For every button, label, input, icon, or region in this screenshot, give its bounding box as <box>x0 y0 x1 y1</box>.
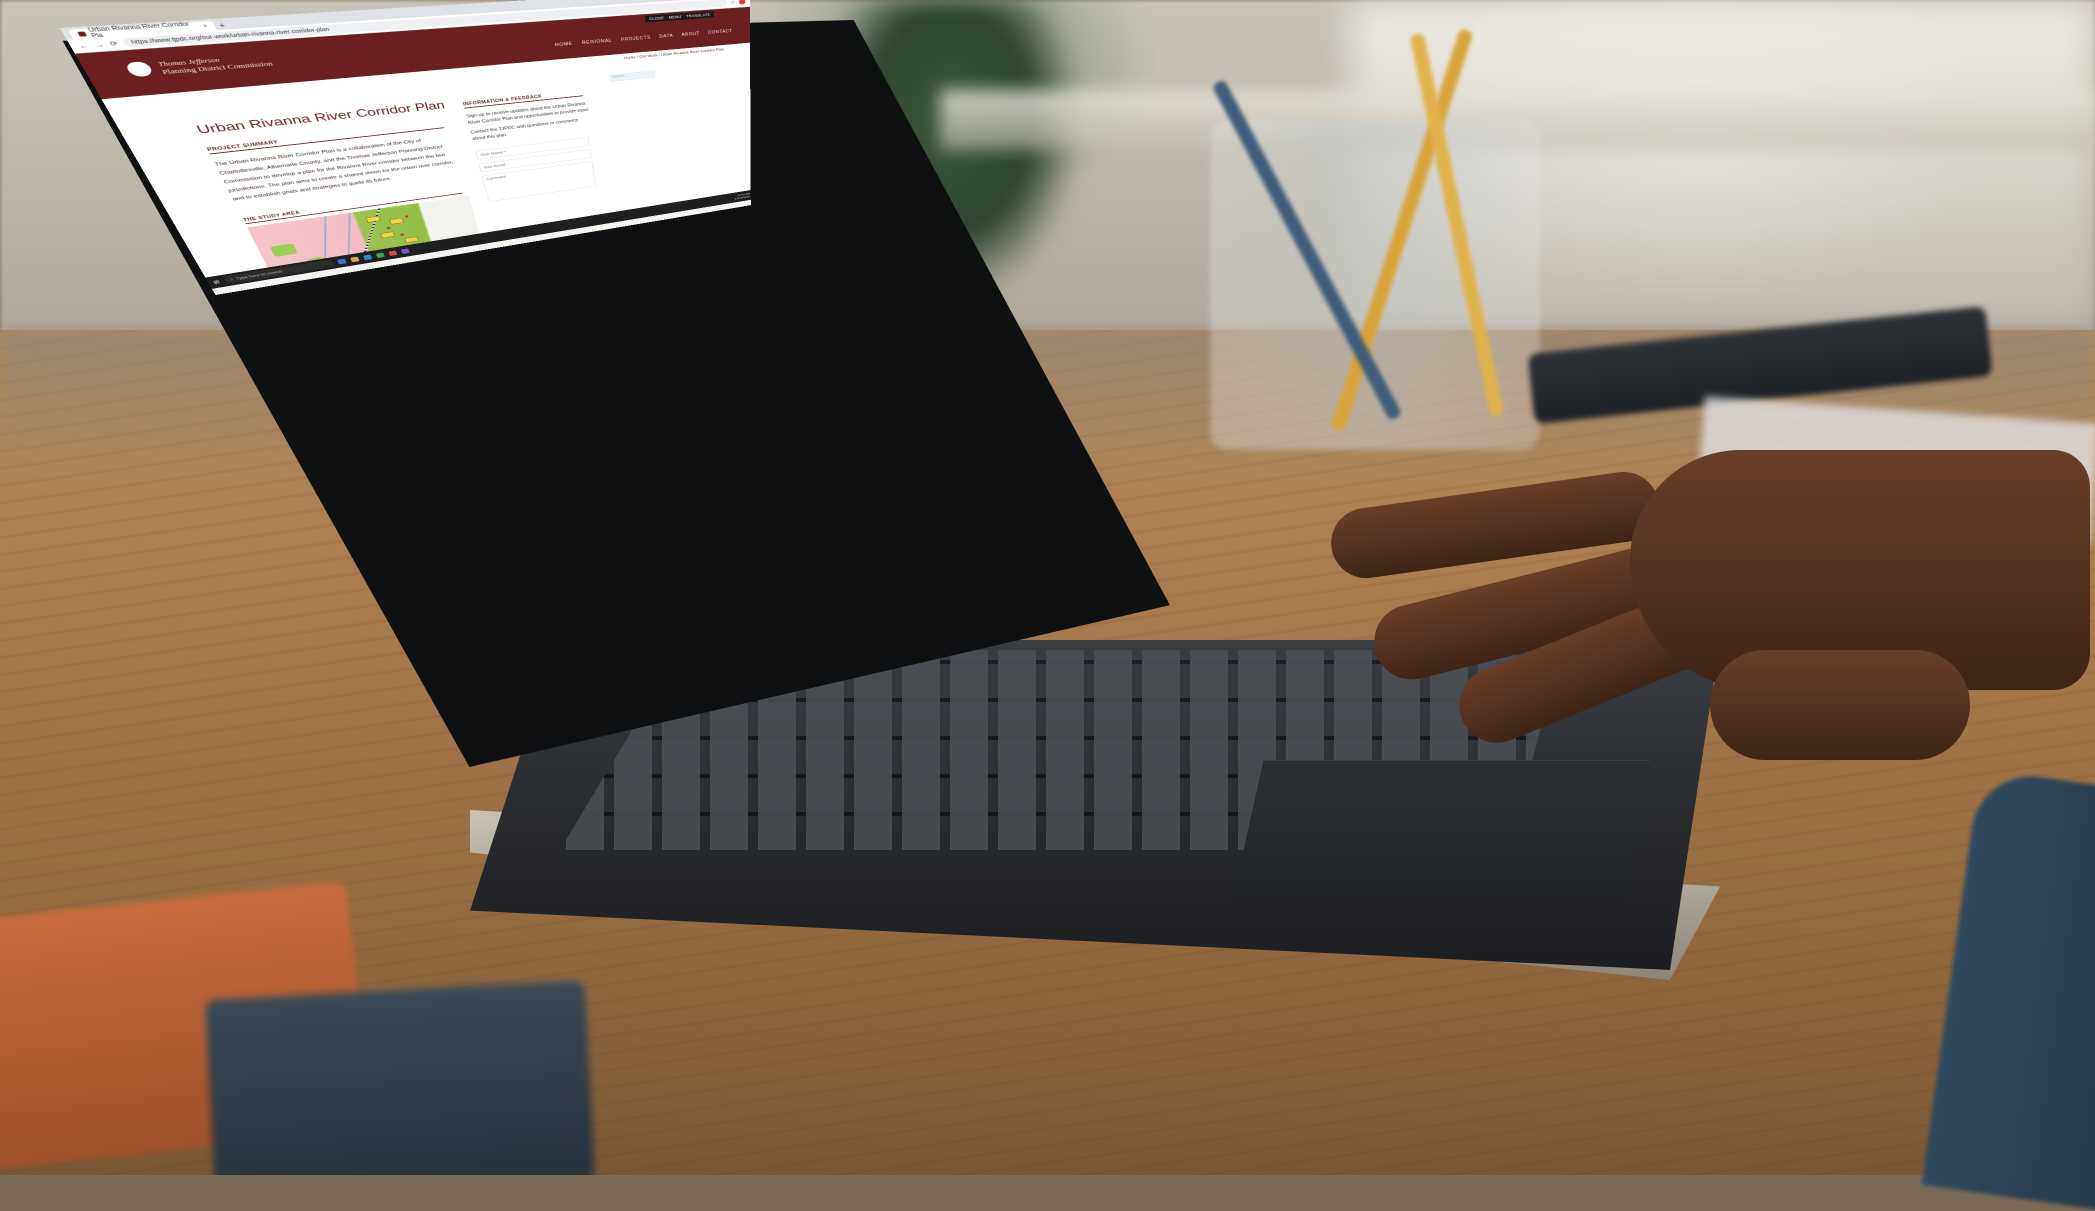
chrome-browser-icon[interactable] <box>388 250 397 256</box>
book-stack <box>0 900 600 1175</box>
map-marker-1[interactable] <box>366 216 381 223</box>
close-link[interactable]: CLOSE <box>649 16 664 21</box>
map-marker-3[interactable] <box>380 232 394 239</box>
nav-contact[interactable]: CONTACT <box>708 29 733 35</box>
nav-about[interactable]: ABOUT <box>681 31 699 37</box>
utility-strip: CLOSE MENU TRANSLATE <box>645 11 714 23</box>
nav-data[interactable]: DATA <box>659 33 673 39</box>
map-park-1 <box>270 243 298 257</box>
back-arrow-icon[interactable]: ← <box>77 42 91 50</box>
new-tab-button[interactable]: + <box>217 20 227 29</box>
map-pin-2[interactable] <box>405 215 409 217</box>
taskbar-search-text: Type here to search <box>235 270 283 281</box>
profile-avatar-icon[interactable] <box>739 0 745 5</box>
main-nav: HOME REGIONAL PROJECTS DATA ABOUT CONTAC… <box>555 29 733 48</box>
task-view-icon[interactable] <box>337 259 347 265</box>
store-icon[interactable] <box>376 252 385 258</box>
map-marker-4[interactable] <box>405 236 419 242</box>
site-logo[interactable]: Thomas Jefferson Planning District Commi… <box>121 52 274 79</box>
map-pin-1[interactable] <box>387 227 391 229</box>
taskbar-clock[interactable]: 11:01 AM 10/14/2020 <box>735 192 751 201</box>
reload-icon[interactable]: ⟳ <box>108 40 120 48</box>
site-favicon-icon <box>77 31 87 36</box>
close-tab-icon[interactable]: × <box>202 23 209 29</box>
search-icon: ⌕ <box>229 277 234 281</box>
file-explorer-icon[interactable] <box>350 257 359 263</box>
map-pin-3[interactable] <box>400 233 404 235</box>
logo-text: Thomas Jefferson Planning District Commi… <box>157 53 274 76</box>
map-marker-2[interactable] <box>389 218 403 225</box>
nav-regional[interactable]: REGIONAL <box>582 38 613 45</box>
edge-browser-icon[interactable] <box>363 254 372 260</box>
translate-link[interactable]: TRANSLATE <box>686 12 711 18</box>
blue-book <box>205 980 595 1175</box>
forward-arrow-icon[interactable]: → <box>92 41 105 49</box>
nav-projects[interactable]: PROJECTS <box>621 35 651 42</box>
thumb <box>1710 650 1970 760</box>
tree-logo-icon <box>121 61 159 79</box>
teams-icon[interactable] <box>401 248 410 254</box>
hand <box>1330 450 2090 810</box>
menu-link[interactable]: MENU <box>668 15 681 20</box>
windows-start-icon[interactable]: ⊞ <box>212 279 221 285</box>
star-icon[interactable]: ☆ <box>731 0 736 5</box>
blurred-plant <box>820 0 1080 300</box>
search-input[interactable]: Search... <box>609 70 655 81</box>
nav-home[interactable]: HOME <box>555 42 573 48</box>
